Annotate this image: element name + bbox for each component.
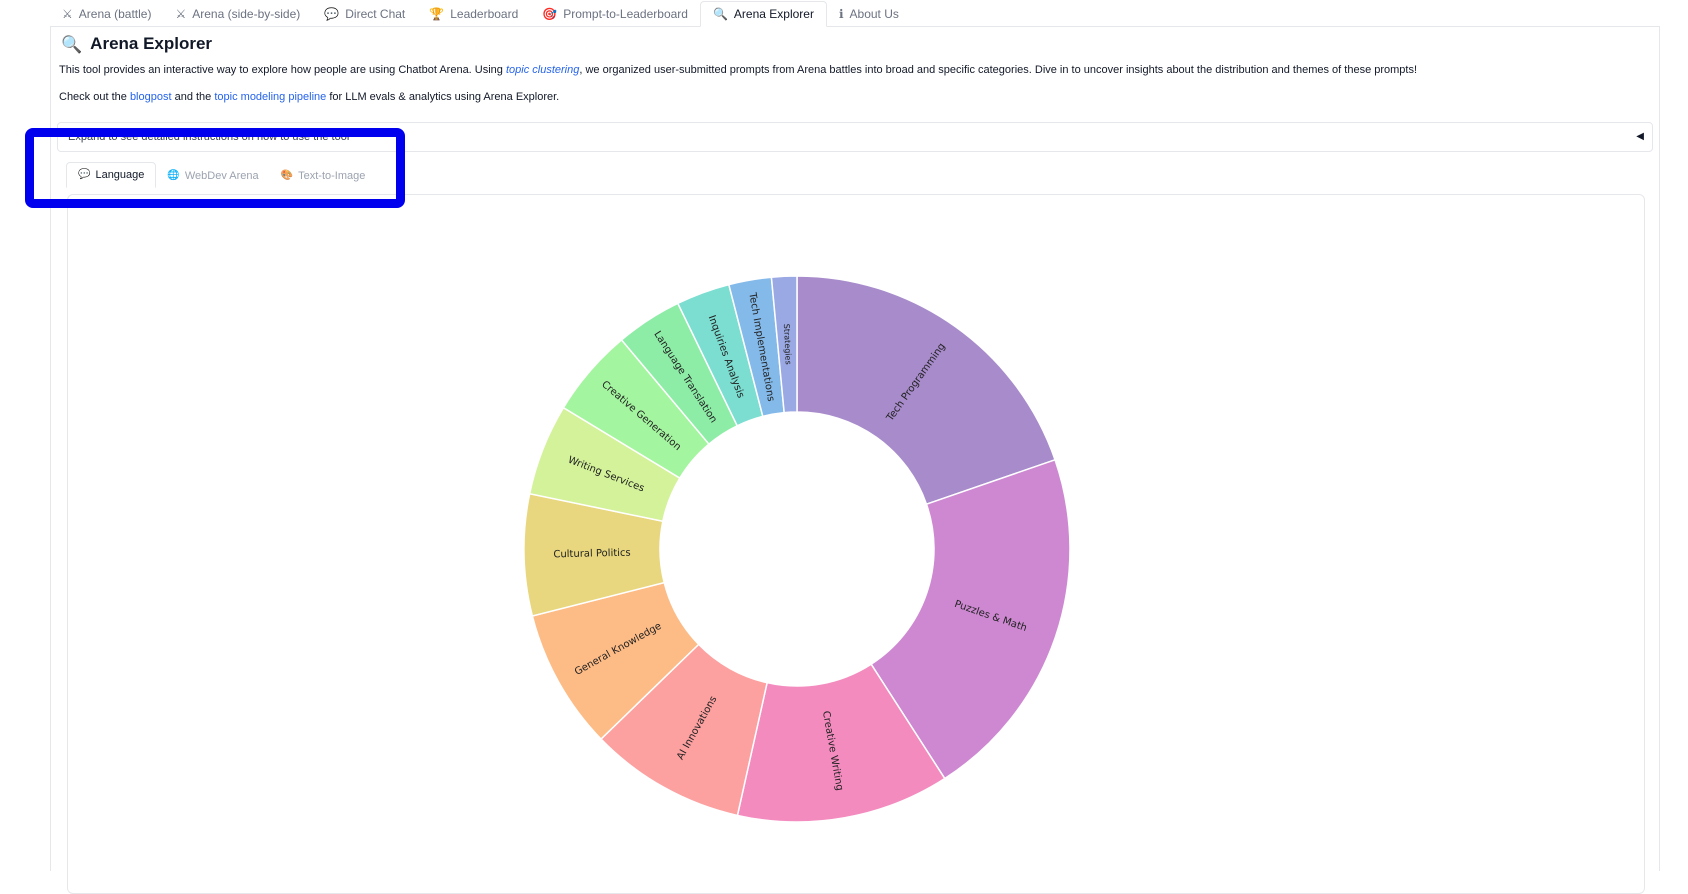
main-tab-bar: ⚔ Arena (battle) ⚔ Arena (side-by-side) 💬 Dir… (50, 0, 1660, 27)
tab-arena-side-by-side-label: Arena (side-by-side) (192, 7, 301, 21)
collapse-arrow-icon[interactable]: ◀ (1636, 131, 1644, 142)
tab-direct-chat-label: Direct Chat (345, 7, 406, 21)
prompt-to-leaderboard-icon: 🎯 (542, 7, 558, 21)
tab-arena-side-by-side[interactable]: ⚔ Arena (side-by-side) (163, 2, 312, 26)
arena-explorer-panel: 🔍 Arena Explorer This tool provides an i… (50, 26, 1660, 894)
chart-container: Tech Programming Puzzles & Math Creative W… (67, 194, 1645, 894)
check-text-end: for LLM evals & analytics using Arena Ex… (326, 91, 560, 103)
subtab-text-to-image[interactable]: 🎨 Text-to-Image (270, 164, 377, 188)
magnifier-icon: 🔍 (61, 34, 83, 54)
slice-label: Cultural Politics (553, 548, 631, 561)
arena-explorer-icon: 🔍 (712, 7, 728, 21)
slice-tech-programming[interactable] (796, 275, 1056, 506)
direct-chat-icon: 💬 (324, 7, 340, 21)
slice-label: Strategies (782, 324, 793, 365)
tab-prompt-to-leaderboard-label: Prompt-to-Leaderboard (563, 7, 688, 21)
about-us-icon: ℹ (838, 7, 844, 21)
tab-direct-chat[interactable]: 💬 Direct Chat (312, 2, 417, 26)
accordion-label: Expand to see detailed instructions on h… (68, 131, 350, 143)
arena-side-by-side-icon: ⚔ (175, 7, 187, 21)
blogpost-link[interactable]: blogpost (130, 91, 172, 103)
arena-battle-icon: ⚔ (62, 7, 73, 21)
topic-modeling-pipeline-link[interactable]: topic modeling pipeline (214, 91, 326, 103)
intro-text-end: , we organized user-submitted prompts fr… (579, 64, 1418, 76)
check-text-start: Check out the (59, 91, 130, 103)
category-tab-bar: 💬 Language 🌐 WebDev Arena 🎨 Text-to-Image (66, 162, 376, 188)
subtab-webdev-arena[interactable]: 🌐 WebDev Arena (156, 164, 269, 188)
tab-arena-battle[interactable]: ⚔ Arena (battle) (50, 2, 163, 26)
tab-arena-battle-label: Arena (battle) (78, 7, 152, 21)
subtab-language[interactable]: 💬 Language (66, 162, 157, 188)
subtab-webdev-arena-label: WebDev Arena (184, 170, 259, 182)
language-icon: 💬 (78, 169, 91, 180)
tab-arena-explorer[interactable]: 🔍 Arena Explorer (699, 1, 827, 27)
tab-about-us[interactable]: ℹ About Us (827, 2, 911, 26)
tab-leaderboard-label: Leaderboard (450, 7, 519, 21)
topic-clustering-link[interactable]: topic clustering (506, 64, 579, 76)
links-paragraph: Check out the blogpost and the topic mod… (59, 91, 559, 103)
webdev-arena-icon: 🌐 (167, 170, 180, 181)
text-to-image-icon: 🎨 (280, 170, 294, 181)
intro-paragraph: This tool provides an interactive way to… (59, 64, 1417, 76)
topic-donut-chart[interactable]: Tech ProgrammingPuzzles & MathCreative W… (68, 195, 1645, 894)
page-title-text: Arena Explorer (90, 34, 213, 53)
tab-arena-explorer-label: Arena Explorer (733, 7, 814, 21)
tab-leaderboard[interactable]: 🏆 Leaderboard (417, 2, 530, 26)
intro-text-start: This tool provides an interactive way to… (59, 64, 506, 76)
subtab-text-to-image-label: Text-to-Image (298, 170, 366, 182)
check-text-mid: and the (171, 91, 215, 103)
tab-about-us-label: About Us (849, 7, 899, 21)
page-title: 🔍 Arena Explorer (61, 34, 212, 54)
subtab-language-label: Language (95, 169, 145, 181)
tab-prompt-to-leaderboard[interactable]: 🎯 Prompt-to-Leaderboard (530, 2, 700, 26)
instructions-accordion[interactable]: Expand to see detailed instructions on h… (57, 122, 1653, 152)
leaderboard-icon: 🏆 (429, 7, 445, 21)
